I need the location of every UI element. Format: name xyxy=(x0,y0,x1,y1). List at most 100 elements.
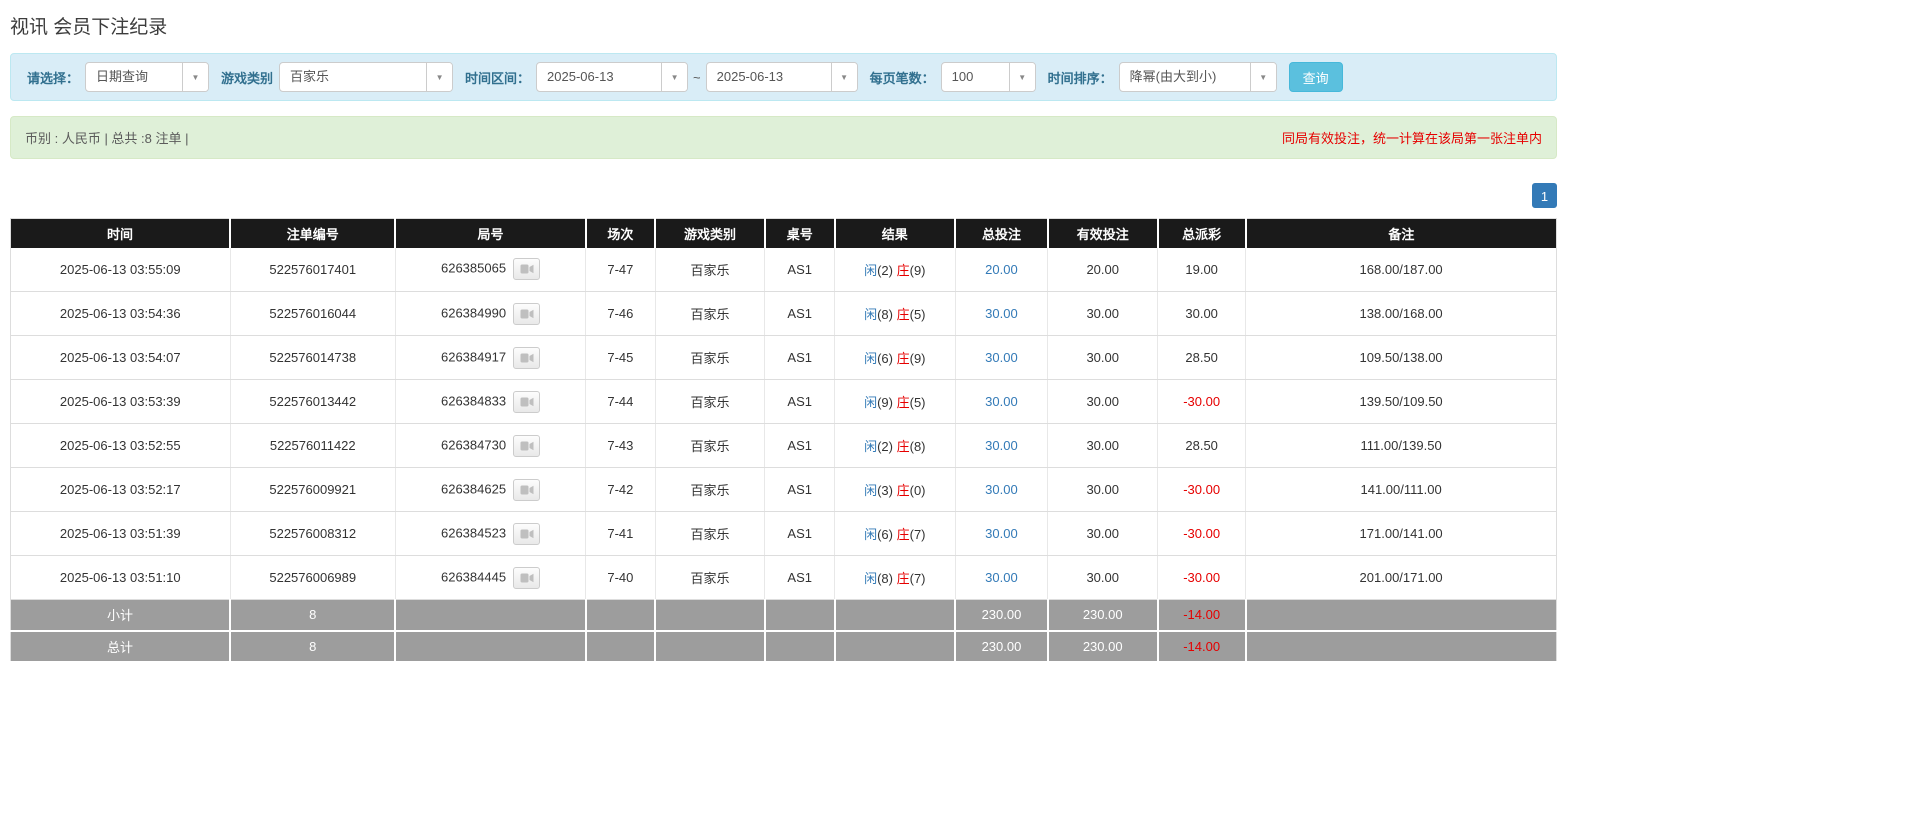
cell-round-id: 626384730 xyxy=(395,424,585,468)
cell-note: 168.00/187.00 xyxy=(1246,248,1557,292)
summary-count: 8 xyxy=(230,600,395,631)
cell-game-type: 百家乐 xyxy=(655,248,765,292)
sort-order-select[interactable]: 降幂(由大到小) ▼ xyxy=(1119,62,1277,92)
cell-payout: 28.50 xyxy=(1158,424,1246,468)
cell-note: 109.50/138.00 xyxy=(1246,336,1557,380)
cell-total-bet: 20.00 xyxy=(955,248,1048,292)
cell-note: 201.00/171.00 xyxy=(1246,556,1557,600)
cell-round-id: 626384990 xyxy=(395,292,585,336)
cell-bet-id: 522576016044 xyxy=(230,292,395,336)
cell-time: 2025-06-13 03:54:36 xyxy=(11,292,231,336)
page-container: 视讯 会员下注纪录 请选择： 日期查询 ▼ 游戏类别 百家乐 ▼ 时间区间： 2… xyxy=(10,0,1557,663)
video-replay-button[interactable] xyxy=(513,435,540,457)
total-bet-link[interactable]: 30.00 xyxy=(985,570,1018,585)
result-player: 闲 xyxy=(864,527,877,542)
cell-game-type: 百家乐 xyxy=(655,336,765,380)
notice-text: 同局有效投注，统一计算在该局第一张注单内 xyxy=(1282,128,1542,147)
summary-total-bet: 230.00 xyxy=(955,600,1048,631)
video-replay-button[interactable] xyxy=(513,347,540,369)
column-header: 结果 xyxy=(835,219,956,248)
cell-time: 2025-06-13 03:52:55 xyxy=(11,424,231,468)
date-range-separator: ~ xyxy=(688,70,706,85)
result-player: 闲 xyxy=(864,263,877,278)
total-bet-link[interactable]: 30.00 xyxy=(985,350,1018,365)
round-id-text: 626384990 xyxy=(441,305,506,320)
pagination: 1 xyxy=(10,183,1557,208)
search-button[interactable]: 查询 xyxy=(1289,62,1343,92)
table-row: 2025-06-13 03:52:55522576011422626384730… xyxy=(11,424,1557,468)
column-header: 游戏类别 xyxy=(655,219,765,248)
cell-note: 139.50/109.50 xyxy=(1246,380,1557,424)
total-bet-link[interactable]: 30.00 xyxy=(985,306,1018,321)
result-banker-score: (8) xyxy=(910,439,926,454)
date-to-select[interactable]: 2025-06-13 ▼ xyxy=(706,62,858,92)
cell-result: 闲(3) 庄(0) xyxy=(835,468,956,512)
cell-table-no: AS1 xyxy=(765,248,835,292)
cell-valid-bet: 30.00 xyxy=(1048,468,1158,512)
page-title: 视讯 会员下注纪录 xyxy=(10,0,1557,53)
cell-game-type: 百家乐 xyxy=(655,292,765,336)
cell-payout: -30.00 xyxy=(1158,380,1246,424)
cell-note: 171.00/141.00 xyxy=(1246,512,1557,556)
column-header: 时间 xyxy=(11,219,231,248)
sort-order-value: 降幂(由大到小) xyxy=(1120,63,1250,91)
cell-session: 7-45 xyxy=(586,336,656,380)
video-replay-button[interactable] xyxy=(513,567,540,589)
result-player: 闲 xyxy=(864,571,877,586)
summary-empty xyxy=(655,600,765,631)
result-player-score: (2) xyxy=(877,263,893,278)
cell-valid-bet: 30.00 xyxy=(1048,556,1158,600)
total-bet-link[interactable]: 30.00 xyxy=(985,438,1018,453)
bet-records-table: 时间注单编号局号场次游戏类别桌号结果总投注有效投注总派彩备注 2025-06-1… xyxy=(10,218,1557,663)
video-replay-button[interactable] xyxy=(513,479,540,501)
column-header: 场次 xyxy=(586,219,656,248)
summary-empty xyxy=(835,600,956,631)
cell-time: 2025-06-13 03:55:09 xyxy=(11,248,231,292)
chevron-down-icon[interactable]: ▼ xyxy=(661,63,687,91)
cell-game-type: 百家乐 xyxy=(655,424,765,468)
video-replay-button[interactable] xyxy=(513,523,540,545)
page-size-select[interactable]: 100 ▼ xyxy=(941,62,1036,92)
cell-total-bet: 30.00 xyxy=(955,380,1048,424)
cell-result: 闲(9) 庄(5) xyxy=(835,380,956,424)
video-replay-button[interactable] xyxy=(513,391,540,413)
page-button-1[interactable]: 1 xyxy=(1532,183,1557,208)
summary-empty xyxy=(765,600,835,631)
table-row: 2025-06-13 03:51:10522576006989626384445… xyxy=(11,556,1557,600)
chevron-down-icon[interactable]: ▼ xyxy=(426,63,452,91)
date-from-select[interactable]: 2025-06-13 ▼ xyxy=(536,62,688,92)
game-type-select[interactable]: 百家乐 ▼ xyxy=(279,62,453,92)
summary-empty xyxy=(835,631,956,662)
video-replay-button[interactable] xyxy=(513,303,540,325)
table-row: 2025-06-13 03:53:39522576013442626384833… xyxy=(11,380,1557,424)
query-type-select[interactable]: 日期查询 ▼ xyxy=(85,62,209,92)
cell-note: 111.00/139.50 xyxy=(1246,424,1557,468)
summary-empty xyxy=(586,600,656,631)
chevron-down-icon[interactable]: ▼ xyxy=(182,63,208,91)
summary-total-bet: 230.00 xyxy=(955,631,1048,662)
cell-total-bet: 30.00 xyxy=(955,512,1048,556)
cell-round-id: 626384445 xyxy=(395,556,585,600)
total-bet-link[interactable]: 30.00 xyxy=(985,482,1018,497)
video-camera-icon xyxy=(520,573,534,583)
result-player-score: (8) xyxy=(877,307,893,322)
round-id-text: 626384625 xyxy=(441,481,506,496)
summary-payout: -14.00 xyxy=(1158,631,1246,662)
total-bet-link[interactable]: 30.00 xyxy=(985,526,1018,541)
time-range-label: 时间区间： xyxy=(465,68,530,87)
video-replay-button[interactable] xyxy=(513,258,540,280)
cell-valid-bet: 30.00 xyxy=(1048,380,1158,424)
date-from-value: 2025-06-13 xyxy=(537,63,661,91)
total-bet-link[interactable]: 30.00 xyxy=(985,394,1018,409)
summary-empty xyxy=(395,600,585,631)
total-bet-link[interactable]: 20.00 xyxy=(985,262,1018,277)
chevron-down-icon[interactable]: ▼ xyxy=(1250,63,1276,91)
cell-valid-bet: 20.00 xyxy=(1048,248,1158,292)
chevron-down-icon[interactable]: ▼ xyxy=(831,63,857,91)
cell-game-type: 百家乐 xyxy=(655,512,765,556)
cell-result: 闲(6) 庄(9) xyxy=(835,336,956,380)
chevron-down-icon[interactable]: ▼ xyxy=(1009,63,1035,91)
cell-table-no: AS1 xyxy=(765,512,835,556)
cell-round-id: 626384833 xyxy=(395,380,585,424)
cell-note: 141.00/111.00 xyxy=(1246,468,1557,512)
